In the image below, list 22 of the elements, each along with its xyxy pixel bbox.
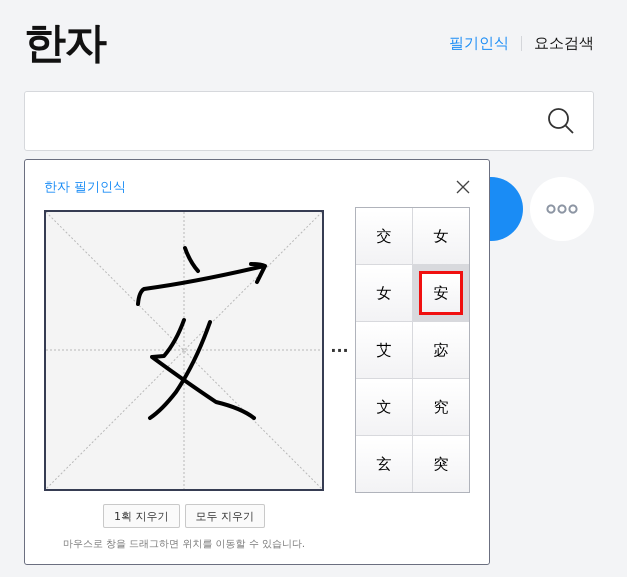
erase-button[interactable]: 모두 지우기	[184, 504, 265, 528]
dots-icon	[546, 204, 578, 214]
candidate-character[interactable]: 女	[413, 208, 469, 264]
popup-title: 한자 필기인식	[44, 179, 126, 196]
drawing-canvas[interactable]	[44, 210, 324, 490]
candidate-character[interactable]: 文	[356, 379, 412, 435]
candidate-character[interactable]: 突	[413, 436, 469, 492]
hint-text: 마우스로 창을 드래그하면 위치를 이동할 수 있습니다.	[62, 538, 306, 551]
candidate-character[interactable]: 宓	[413, 322, 469, 378]
candidate-character[interactable]: 艾	[356, 322, 412, 378]
search-icon[interactable]	[547, 107, 575, 135]
candidate-character[interactable]: 玄	[356, 436, 412, 492]
tab[interactable]: 요소검색	[534, 34, 594, 52]
candidate-character[interactable]: 安	[419, 271, 463, 315]
candidate-character[interactable]: 究	[413, 379, 469, 435]
erase-button[interactable]: 1획 지우기	[103, 504, 180, 528]
page-title: 한자	[24, 17, 106, 69]
candidate-character[interactable]: 女	[356, 265, 412, 321]
close-icon[interactable]	[456, 180, 470, 194]
more-indicator: ···	[329, 340, 350, 360]
search-field[interactable]	[24, 91, 594, 151]
candidate-character[interactable]: 交	[356, 208, 412, 264]
